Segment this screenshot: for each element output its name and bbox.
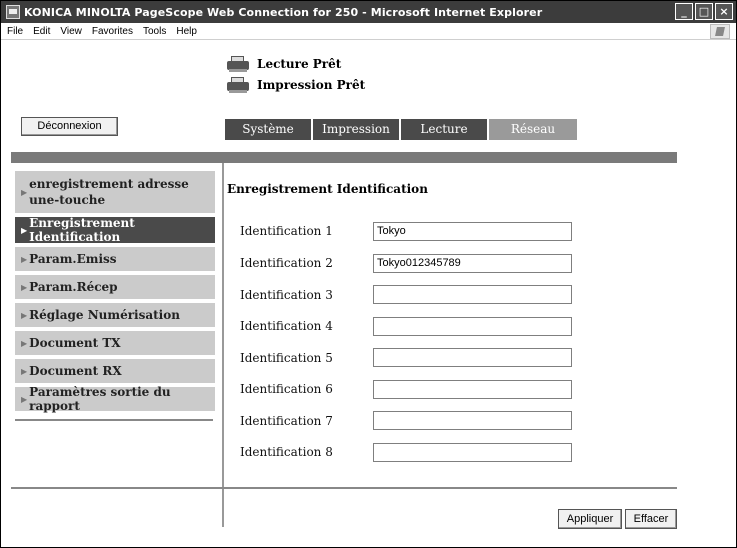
menu-tools[interactable]: Tools bbox=[143, 26, 166, 37]
id-field-6[interactable] bbox=[373, 380, 572, 399]
menu-help[interactable]: Help bbox=[176, 26, 197, 37]
sidebar-item-label: Param.Récep bbox=[29, 280, 118, 294]
logout-button[interactable]: Déconnexion bbox=[21, 117, 118, 136]
sidebar-item-document-tx[interactable]: ▶ Document TX bbox=[15, 331, 215, 355]
browser-window: KONICA MINOLTA PageScope Web Connection … bbox=[0, 0, 737, 548]
sidebar-item-one-touch[interactable]: ▶ enregistrement adresse une-touche bbox=[15, 171, 215, 213]
header-divider-band bbox=[11, 152, 677, 163]
id-field-5[interactable] bbox=[373, 348, 572, 367]
close-button[interactable]: × bbox=[715, 3, 733, 20]
print-status: Impression Prêt bbox=[225, 75, 365, 95]
scan-status-text: Lecture Prêt bbox=[257, 57, 342, 71]
footer-divider bbox=[11, 487, 677, 489]
sidebar-item-id-registration[interactable]: ▶ Enregistrement Identification bbox=[15, 216, 215, 244]
tab-systeme[interactable]: Système bbox=[225, 119, 311, 140]
sidebar: ▶ enregistrement adresse une-touche ▶ En… bbox=[15, 171, 215, 415]
sidebar-item-report-output[interactable]: ▶ Paramètres sortie du rapport bbox=[15, 385, 215, 413]
sidebar-item-label: Enregistrement Identification bbox=[29, 216, 135, 244]
menu-file[interactable]: File bbox=[7, 26, 23, 37]
sidebar-item-document-rx[interactable]: ▶ Document RX bbox=[15, 359, 215, 383]
arrow-right-icon: ▶ bbox=[21, 366, 28, 376]
tab-reseau[interactable]: Réseau bbox=[489, 119, 577, 140]
arrow-right-icon: ▶ bbox=[21, 282, 28, 292]
tab-impression[interactable]: Impression bbox=[313, 119, 399, 140]
sidebar-item-param-recep[interactable]: ▶ Param.Récep bbox=[15, 275, 215, 299]
sidebar-item-label: Réglage Numérisation bbox=[29, 308, 180, 322]
arrow-right-icon: ▶ bbox=[21, 394, 28, 404]
id-label-1: Identification 1 bbox=[240, 224, 333, 238]
print-status-text: Impression Prêt bbox=[257, 78, 366, 92]
id-label-6: Identification 6 bbox=[240, 382, 333, 396]
sidebar-item-label: enregistrement adresse une-touche bbox=[29, 177, 189, 207]
id-label-5: Identification 5 bbox=[240, 351, 333, 365]
title-bar: KONICA MINOLTA PageScope Web Connection … bbox=[1, 1, 736, 23]
sidebar-item-param-emiss[interactable]: ▶ Param.Emiss bbox=[15, 247, 215, 271]
arrow-right-icon: ▶ bbox=[21, 187, 28, 197]
printer-icon bbox=[225, 77, 251, 93]
apply-button[interactable]: Appliquer bbox=[558, 509, 622, 529]
id-label-4: Identification 4 bbox=[240, 319, 333, 333]
scanner-icon bbox=[225, 56, 251, 72]
id-field-3[interactable] bbox=[373, 285, 572, 304]
id-label-2: Identification 2 bbox=[240, 256, 333, 270]
menu-bar: File Edit View Favorites Tools Help bbox=[1, 23, 736, 40]
menu-view[interactable]: View bbox=[60, 26, 82, 37]
id-field-1[interactable]: Tokyo bbox=[373, 222, 572, 241]
vertical-divider bbox=[222, 163, 224, 527]
tab-lecture[interactable]: Lecture bbox=[401, 119, 487, 140]
arrow-right-icon: ▶ bbox=[21, 338, 28, 348]
sidebar-item-label: Document RX bbox=[29, 364, 122, 378]
sidebar-item-label: Param.Emiss bbox=[29, 252, 117, 266]
id-field-8[interactable] bbox=[373, 443, 572, 462]
ie-window-icon bbox=[6, 5, 20, 19]
window-controls: _ □ × bbox=[675, 3, 733, 20]
sidebar-divider bbox=[15, 419, 213, 421]
sidebar-item-label: Document TX bbox=[29, 336, 121, 350]
page-title: Enregistrement Identification bbox=[227, 182, 428, 196]
id-field-4[interactable] bbox=[373, 317, 572, 336]
sidebar-item-label: Paramètres sortie du rapport bbox=[29, 385, 171, 413]
id-label-8: Identification 8 bbox=[240, 445, 333, 459]
menu-favorites[interactable]: Favorites bbox=[92, 26, 133, 37]
id-field-2[interactable]: Tokyo012345789 bbox=[373, 254, 572, 273]
arrow-right-icon: ▶ bbox=[21, 225, 28, 235]
id-label-7: Identification 7 bbox=[240, 414, 333, 428]
id-label-3: Identification 3 bbox=[240, 288, 333, 302]
window-title: KONICA MINOLTA PageScope Web Connection … bbox=[24, 5, 543, 19]
arrow-right-icon: ▶ bbox=[21, 310, 28, 320]
arrow-right-icon: ▶ bbox=[21, 254, 28, 264]
minimize-button[interactable]: _ bbox=[675, 3, 693, 20]
id-field-7[interactable] bbox=[373, 411, 572, 430]
windows-logo-icon bbox=[710, 24, 730, 39]
scan-status: Lecture Prêt bbox=[225, 54, 341, 74]
maximize-button[interactable]: □ bbox=[695, 3, 713, 20]
page-content: Lecture Prêt Impression Prêt Déconnexion… bbox=[1, 41, 736, 547]
sidebar-item-scan-settings[interactable]: ▶ Réglage Numérisation bbox=[15, 303, 215, 327]
main-tabs: Système Impression Lecture Réseau bbox=[225, 119, 579, 140]
menu-edit[interactable]: Edit bbox=[33, 26, 50, 37]
clear-button[interactable]: Effacer bbox=[625, 509, 677, 529]
